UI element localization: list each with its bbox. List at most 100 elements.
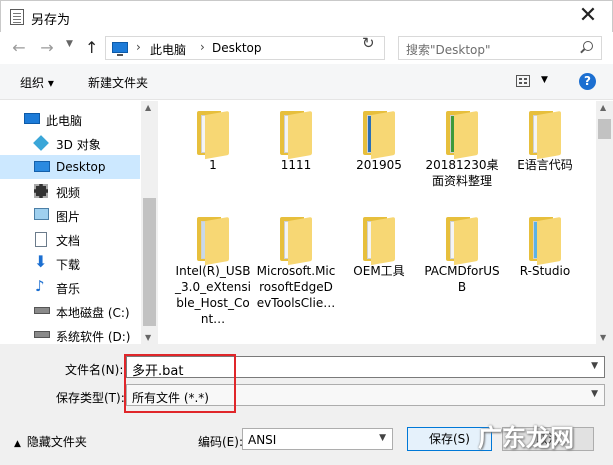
folder-item[interactable]: Microsoft.MicrosoftEdgeDevToolsClie… — [256, 216, 336, 311]
folder-label: 1111 — [280, 158, 312, 172]
breadcrumb-desktop[interactable]: Desktop — [212, 41, 262, 55]
encoding-select[interactable]: ANSI ▼ — [242, 428, 393, 450]
view-options-icon[interactable] — [516, 75, 530, 87]
scroll-down-arrow-icon[interactable]: ▼ — [600, 333, 606, 342]
folder-icon — [363, 110, 395, 160]
hide-folders-toggle[interactable]: ▲ 隐藏文件夹 — [14, 433, 87, 450]
sidebar-item-label: 系统软件 (D:) — [56, 330, 131, 344]
filename-label: 文件名(N): — [65, 363, 124, 377]
pc-icon — [24, 113, 40, 124]
scroll-up-arrow-icon[interactable]: ▲ — [600, 103, 606, 112]
download-icon: ⬇ — [34, 252, 48, 271]
sidebar-item-downloads[interactable]: ⬇ 下载 — [0, 251, 140, 275]
folder-item[interactable]: PACMDforUSB — [422, 216, 502, 295]
cube-icon — [33, 135, 49, 151]
sidebar-item-system-software-d[interactable]: 系统软件 (D:) — [0, 323, 140, 344]
folder-label: E语言代码 — [517, 158, 573, 172]
close-button[interactable]: ✕ — [568, 3, 608, 31]
recent-locations-chevron-icon[interactable]: ▼ — [66, 39, 73, 49]
sidebar-item-3d-objects[interactable]: 3D 对象 — [0, 131, 140, 155]
search-placeholder: 搜索"Desktop" — [406, 43, 491, 57]
folder-item[interactable]: R-Studio — [505, 216, 585, 279]
navigation-pane: 此电脑 3D 对象 Desktop 视频 图片 文档 ⬇ 下载 ♪ 音乐 本地磁… — [0, 101, 142, 344]
folder-item[interactable]: 1111 — [256, 110, 336, 173]
folder-icon — [280, 110, 312, 160]
folder-item[interactable]: 1 — [173, 110, 253, 173]
scroll-down-arrow-icon[interactable]: ▼ — [145, 333, 151, 342]
pc-icon — [112, 42, 128, 56]
address-bar[interactable]: › 此电脑 › Desktop ▼ — [105, 36, 455, 60]
folder-icon — [446, 110, 478, 160]
command-toolbar: 组织 ▾ 新建文件夹 ▼ ? — [0, 64, 613, 100]
sidebar-item-label: Desktop — [56, 160, 106, 174]
picture-icon — [34, 208, 49, 220]
folder-item[interactable]: Intel(R)_USB_3.0_eXtensible_Host_Cont… — [173, 216, 253, 327]
desktop-icon — [34, 161, 50, 172]
folder-label: Intel(R)_USB_3.0_eXtensible_Host_Cont… — [175, 264, 251, 326]
folder-icon — [197, 216, 229, 266]
new-folder-button[interactable]: 新建文件夹 — [88, 74, 148, 91]
navigation-scrollbar[interactable]: ▲ ▼ — [141, 101, 158, 344]
help-icon[interactable]: ? — [579, 73, 596, 90]
title-bar: 另存为 ✕ — [0, 0, 613, 32]
folder-item[interactable]: 20181230桌面资料整理 — [422, 110, 502, 189]
sidebar-item-label: 视频 — [56, 186, 81, 200]
search-icon — [583, 41, 593, 51]
folder-item[interactable]: OEM工具 — [339, 216, 419, 279]
breadcrumb-this-pc[interactable]: 此电脑 — [150, 41, 186, 58]
sidebar-item-label: 3D 对象 — [56, 138, 101, 152]
sidebar-item-pictures[interactable]: 图片 — [0, 203, 140, 227]
file-list-scrollbar[interactable]: ▲ ▼ — [596, 101, 613, 344]
breadcrumb-separator: › — [136, 40, 141, 54]
window-title: 另存为 — [31, 13, 71, 28]
encoding-value: ANSI — [248, 433, 277, 447]
sidebar-item-desktop[interactable]: Desktop — [0, 155, 140, 179]
view-chevron-down-icon[interactable]: ▼ — [541, 75, 548, 85]
highlight-annotation — [124, 354, 236, 413]
folder-item[interactable]: 201905 — [339, 110, 419, 173]
refresh-icon[interactable]: ↻ — [362, 34, 375, 52]
sidebar-item-label: 图片 — [56, 210, 81, 224]
scrollbar-thumb[interactable] — [143, 198, 156, 326]
folder-label: 201905 — [356, 158, 402, 172]
sidebar-item-label: 文档 — [56, 234, 81, 248]
search-input[interactable]: 搜索"Desktop" — [398, 36, 602, 60]
sidebar-item-documents[interactable]: 文档 — [0, 227, 140, 251]
chevron-down-icon[interactable]: ▼ — [591, 389, 598, 399]
back-arrow-icon[interactable]: ← — [10, 38, 28, 58]
scroll-up-arrow-icon[interactable]: ▲ — [145, 103, 151, 112]
sidebar-item-label: 下载 — [56, 258, 81, 272]
chevron-down-icon[interactable]: ▼ — [379, 433, 386, 443]
folder-icon — [197, 110, 229, 160]
up-arrow-icon[interactable]: ↑ — [85, 38, 98, 57]
folder-label: OEM工具 — [353, 264, 405, 278]
hide-folders-label: 隐藏文件夹 — [26, 435, 87, 449]
breadcrumb-separator: › — [200, 40, 205, 54]
file-list: 1 1111 201905 20181230桌面资料整理 E语言代码 Intel… — [158, 101, 596, 344]
folder-label: Microsoft.MicrosoftEdgeDevToolsClie… — [256, 264, 336, 310]
folder-label: 1 — [209, 158, 217, 172]
music-icon: ♪ — [35, 277, 45, 295]
folder-item[interactable]: E语言代码 — [505, 110, 585, 173]
folder-icon — [363, 216, 395, 266]
disk-icon — [34, 331, 50, 338]
sidebar-item-music[interactable]: ♪ 音乐 — [0, 275, 140, 299]
sidebar-item-label: 此电脑 — [46, 114, 83, 128]
watermark-text: 广东龙网 — [478, 424, 574, 452]
folder-icon — [280, 216, 312, 266]
sidebar-item-local-disk-c[interactable]: 本地磁盘 (C:) — [0, 299, 140, 323]
folder-icon — [529, 110, 561, 160]
sidebar-item-videos[interactable]: 视频 — [0, 179, 140, 203]
scrollbar-thumb[interactable] — [598, 119, 611, 139]
sidebar-item-this-pc[interactable]: 此电脑 — [0, 107, 140, 131]
document-icon — [35, 232, 47, 247]
folder-icon — [529, 216, 561, 266]
encoding-label: 编码(E): — [198, 435, 243, 449]
folder-label: R-Studio — [519, 264, 571, 278]
organize-button[interactable]: 组织 ▾ — [20, 74, 54, 91]
sidebar-item-label: 音乐 — [56, 282, 81, 296]
chevron-up-icon: ▲ — [14, 439, 21, 449]
folder-label: 20181230桌面资料整理 — [425, 158, 499, 188]
chevron-down-icon[interactable]: ▼ — [591, 361, 598, 371]
forward-arrow-icon[interactable]: → — [38, 38, 56, 58]
